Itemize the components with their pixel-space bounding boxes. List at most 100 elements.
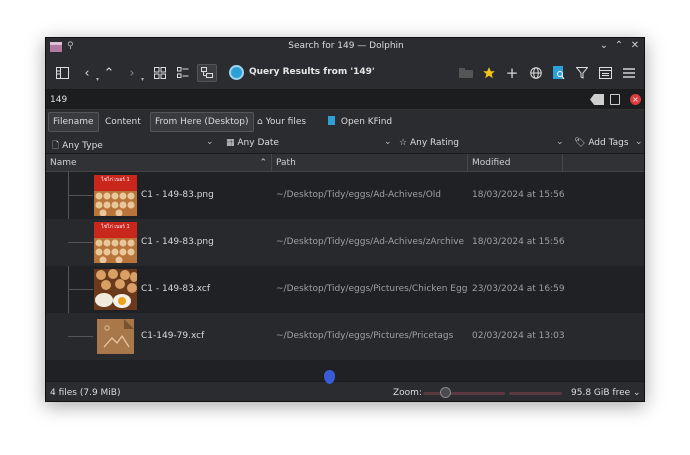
sidebar-icon bbox=[55, 67, 69, 79]
favorite-button[interactable] bbox=[479, 64, 499, 82]
file-path: ~/Desktop/Tidy/eggs/Pictures/Chicken Egg… bbox=[276, 284, 468, 294]
image-placeholder-icon bbox=[97, 319, 134, 354]
open-kfind-label: Open KFind bbox=[340, 117, 393, 127]
maximize-icon[interactable]: ⌃ bbox=[613, 40, 625, 51]
folder-icon bbox=[459, 68, 473, 78]
kfind-icon bbox=[328, 116, 335, 125]
split-view-button[interactable] bbox=[456, 64, 476, 82]
egg-poster-thumbnail: ไข่ไก่ เบอร์ 1 bbox=[94, 175, 137, 216]
panel-icon bbox=[598, 67, 612, 79]
file-path: ~/Desktop/Tidy/eggs/Ad-Achives/Old bbox=[276, 190, 441, 200]
date-facet[interactable]: ▦ Any Date bbox=[226, 138, 279, 148]
thumb-caption: ไข่ไก่ เบอร์ 1 bbox=[100, 176, 129, 183]
menu-icon bbox=[623, 68, 635, 78]
chevron-down-icon: ▾ bbox=[140, 76, 144, 83]
title-bar: ⚲ Search for 149 — Dolphin ⌄ ⌃ ✕ bbox=[46, 38, 644, 56]
calendar-icon: ▦ bbox=[226, 138, 235, 148]
date-facet-label: Any Date bbox=[237, 138, 279, 148]
tree-branch bbox=[68, 289, 93, 290]
egg-photo-thumbnail bbox=[94, 269, 137, 310]
find-document-icon bbox=[553, 66, 565, 80]
close-search-icon[interactable]: × bbox=[630, 94, 641, 105]
tags-facet-label: Add Tags bbox=[588, 138, 629, 148]
free-space-label: 95.8 GiB free bbox=[571, 388, 631, 398]
chevron-down-icon[interactable]: ⌄ bbox=[384, 137, 392, 147]
content-toggle[interactable]: Content bbox=[100, 112, 146, 132]
type-facet[interactable]: 🗋 Any Type bbox=[52, 138, 103, 154]
compact-view-button[interactable] bbox=[173, 64, 193, 82]
network-button[interactable] bbox=[526, 64, 546, 82]
sidebar-toggle-button[interactable] bbox=[52, 64, 72, 82]
back-button[interactable]: ‹ ▾ bbox=[77, 64, 99, 84]
globe-icon bbox=[530, 67, 542, 79]
window-title: Search for 149 — Dolphin bbox=[288, 41, 404, 51]
search-input[interactable] bbox=[50, 93, 290, 107]
chevron-down-icon[interactable]: ⌄ bbox=[556, 137, 564, 147]
modified-column-header[interactable]: Modified bbox=[468, 154, 563, 172]
document-icon: 🗋 bbox=[52, 141, 60, 151]
open-kfind-button[interactable]: Open KFind bbox=[323, 112, 397, 132]
filter-icon bbox=[576, 67, 588, 79]
search-results-icon bbox=[229, 65, 244, 80]
home-icon: ⌂ bbox=[257, 117, 263, 127]
name-column-header[interactable]: Name ⌃ bbox=[46, 154, 272, 172]
zoom-label: Zoom: bbox=[393, 388, 422, 398]
new-tab-button[interactable]: + bbox=[502, 64, 522, 82]
search-options: Filename Content From Here (Desktop) ⌂ Y… bbox=[46, 110, 644, 134]
up-button[interactable]: ⌃ bbox=[99, 64, 119, 82]
details-view-button[interactable] bbox=[197, 64, 217, 82]
path-column-header[interactable]: Path bbox=[272, 154, 468, 172]
free-space-bar bbox=[509, 392, 562, 395]
rating-facet[interactable]: ☆ Any Rating bbox=[399, 138, 459, 148]
close-icon[interactable]: ✕ bbox=[629, 40, 641, 51]
name-header-label: Name bbox=[50, 158, 77, 168]
tags-facet[interactable]: 🏷 Add Tags bbox=[574, 138, 629, 148]
compact-list-icon bbox=[177, 67, 189, 78]
save-search-icon[interactable] bbox=[610, 94, 620, 105]
file-path: ~/Desktop/Tidy/eggs/Pictures/Pricetags bbox=[276, 331, 454, 341]
rating-facet-label: Any Rating bbox=[409, 138, 460, 148]
tree-branch bbox=[68, 242, 93, 243]
clear-text-icon[interactable] bbox=[590, 94, 604, 105]
star-icon bbox=[483, 67, 495, 79]
grid-icon bbox=[154, 67, 166, 79]
zoom-slider-handle[interactable] bbox=[439, 387, 451, 398]
location-label: Query Results from '149' bbox=[249, 67, 375, 77]
icons-view-button[interactable] bbox=[150, 64, 170, 82]
file-row[interactable]: ไข่ไก่ เบอร์ 1 C1 - 149-83.png ~/Desktop… bbox=[46, 172, 644, 219]
filter-button[interactable] bbox=[572, 64, 592, 82]
from-here-toggle[interactable]: From Here (Desktop) bbox=[150, 112, 254, 132]
zoom-slider[interactable] bbox=[423, 392, 505, 395]
hamburger-menu-button[interactable] bbox=[619, 64, 639, 82]
thumb-caption: ไข่ไก่ เบอร์ 1 bbox=[100, 223, 129, 230]
selection-summary: 4 files (7.9 MiB) bbox=[50, 388, 121, 398]
your-files-button[interactable]: ⌂ Your files bbox=[252, 112, 311, 132]
file-path: ~/Desktop/Tidy/eggs/Ad-Achives/zArchive bbox=[276, 237, 465, 247]
file-modified: 18/03/2024 at 15:56 bbox=[472, 190, 565, 200]
chevron-down-icon[interactable]: ⌄ bbox=[635, 137, 643, 147]
tree-branch bbox=[68, 195, 93, 196]
file-list: ไข่ไก่ เบอร์ 1 C1 - 149-83.png ~/Desktop… bbox=[46, 172, 644, 362]
information-panel-button[interactable] bbox=[595, 64, 615, 82]
file-name: C1 - 149-83.xcf bbox=[141, 284, 211, 294]
filename-toggle[interactable]: Filename bbox=[48, 112, 99, 132]
forward-icon: › bbox=[129, 65, 135, 81]
forward-button[interactable]: › ▾ bbox=[122, 64, 144, 84]
chevron-down-icon[interactable]: ⌄ bbox=[206, 137, 214, 147]
file-modified: 02/03/2024 at 13:03 bbox=[472, 331, 565, 341]
file-row[interactable]: C1-149-79.xcf ~/Desktop/Tidy/eggs/Pictur… bbox=[46, 313, 644, 360]
main-toolbar: ‹ ▾ ⌃ › ▾ Query Results from '149' + bbox=[46, 56, 644, 90]
minimize-icon[interactable]: ⌄ bbox=[598, 40, 610, 51]
file-name: C1 - 149-83.png bbox=[141, 190, 214, 200]
file-name: C1 - 149-83.png bbox=[141, 237, 214, 247]
tag-icon: 🏷 bbox=[574, 138, 586, 148]
column-header: Name ⌃ Path Modified bbox=[46, 154, 644, 172]
file-row[interactable]: C1 - 149-83.xcf ~/Desktop/Tidy/eggs/Pict… bbox=[46, 266, 644, 313]
egg-poster-thumbnail: ไข่ไก่ เบอร์ 1 bbox=[94, 222, 137, 263]
find-button[interactable] bbox=[549, 64, 569, 82]
free-space-button[interactable]: 95.8 GiB free ⌄ bbox=[571, 388, 641, 398]
file-modified: 18/03/2024 at 15:56 bbox=[472, 237, 565, 247]
search-facets: 🗋 Any Type ⌄ ▦ Any Date ⌄ ☆ Any Rating ⌄… bbox=[46, 134, 644, 154]
back-icon: ‹ bbox=[84, 65, 90, 81]
file-row[interactable]: ไข่ไก่ เบอร์ 1 C1 - 149-83.png ~/Desktop… bbox=[46, 219, 644, 266]
